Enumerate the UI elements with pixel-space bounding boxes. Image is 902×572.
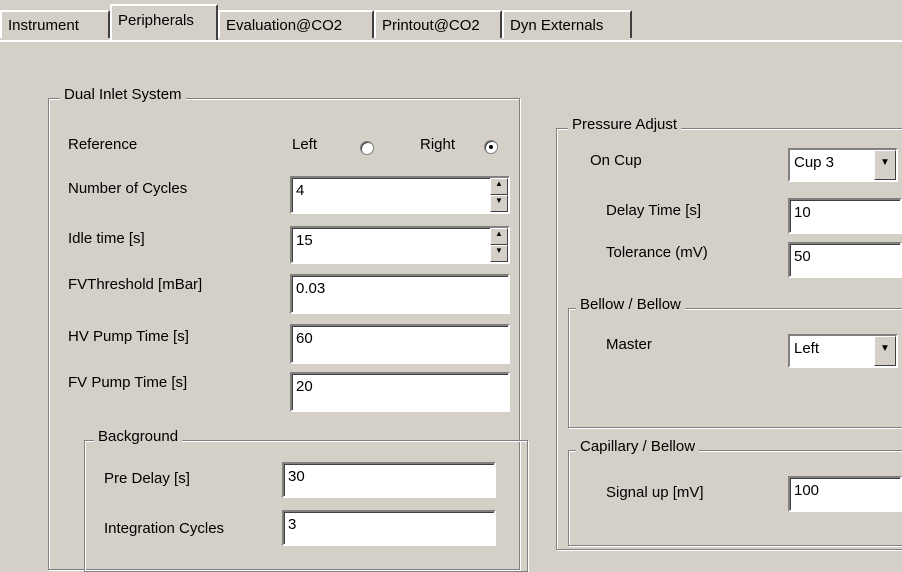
spin-up-icon[interactable]: ▲ xyxy=(490,178,508,195)
pre-delay-label: Pre Delay [s] xyxy=(104,470,190,487)
master-select[interactable]: Left ▼ xyxy=(788,334,898,368)
idle-spin: ▲ ▼ xyxy=(490,228,508,262)
tab-label: Evaluation@CO2 xyxy=(226,17,343,34)
delay-time-field[interactable]: 10 xyxy=(788,198,902,234)
fv-pump-value: 20 xyxy=(296,378,313,395)
background-title: Background xyxy=(94,428,183,445)
dual-inlet-title: Dual Inlet System xyxy=(60,86,186,103)
on-cup-label: On Cup xyxy=(590,152,642,169)
tab-bar: Instrument Evaluation@CO2 Printout@CO2 D… xyxy=(0,0,902,42)
fv-threshold-field[interactable]: 0.03 xyxy=(290,274,510,314)
chevron-down-icon[interactable]: ▼ xyxy=(874,336,896,366)
tolerance-label: Tolerance (mV) xyxy=(606,244,708,261)
integration-field[interactable]: 3 xyxy=(282,510,496,546)
pre-delay-value: 30 xyxy=(288,468,305,485)
cycles-value: 4 xyxy=(296,182,305,199)
idle-stepper[interactable]: 15 ▲ ▼ xyxy=(290,226,510,264)
left-label: Left xyxy=(292,136,318,153)
tab-label: Peripherals xyxy=(118,12,194,29)
tab-dyn-externals[interactable]: Dyn Externals xyxy=(502,10,632,38)
spin-up-icon[interactable]: ▲ xyxy=(490,228,508,245)
hv-pump-value: 60 xyxy=(296,330,313,347)
chevron-down-icon[interactable]: ▼ xyxy=(874,150,896,180)
radio-selected-dot xyxy=(489,145,493,149)
fv-pump-label: FV Pump Time [s] xyxy=(68,374,188,391)
spin-down-icon[interactable]: ▼ xyxy=(490,195,508,212)
signal-up-label: Signal up [mV] xyxy=(606,484,704,501)
tab-instrument[interactable]: Instrument xyxy=(0,10,110,38)
on-cup-value: Cup 3 xyxy=(794,154,835,171)
master-value: Left xyxy=(794,340,820,357)
idle-label: Idle time [s] xyxy=(68,230,145,247)
delay-time-value: 10 xyxy=(794,204,811,221)
fv-threshold-label: FVThreshold [mBar] xyxy=(68,276,203,293)
master-label: Master xyxy=(606,336,652,353)
tab-printout[interactable]: Printout@CO2 xyxy=(374,10,502,38)
signal-up-field[interactable]: 100 xyxy=(788,476,902,512)
tab-label: Instrument xyxy=(8,17,79,34)
fv-threshold-value: 0.03 xyxy=(296,280,326,297)
right-label: Right xyxy=(420,136,456,153)
cycles-stepper[interactable]: 4 ▲ ▼ xyxy=(290,176,510,214)
tab-underline xyxy=(0,40,902,42)
signal-up-value: 100 xyxy=(794,482,820,499)
delay-time-label: Delay Time [s] xyxy=(606,202,702,219)
fv-pump-field[interactable]: 20 xyxy=(290,372,510,412)
tab-label: Dyn Externals xyxy=(510,17,604,34)
bellow-group xyxy=(568,308,902,428)
cycles-spin: ▲ ▼ xyxy=(490,178,508,212)
pre-delay-field[interactable]: 30 xyxy=(282,462,496,498)
spin-down-icon[interactable]: ▼ xyxy=(490,245,508,262)
cycles-label: Number of Cycles xyxy=(68,180,188,197)
tab-evaluation[interactable]: Evaluation@CO2 xyxy=(218,10,374,38)
reference-left-radio[interactable] xyxy=(360,141,374,155)
tolerance-value: 50 xyxy=(794,248,811,265)
idle-value: 15 xyxy=(296,232,313,249)
reference-right-radio[interactable] xyxy=(484,140,498,154)
capillary-title: Capillary / Bellow xyxy=(576,438,700,455)
integration-value: 3 xyxy=(288,516,297,533)
reference-label: Reference xyxy=(68,136,138,153)
integration-label: Integration Cycles xyxy=(104,520,225,537)
background-group xyxy=(84,440,528,572)
hv-pump-field[interactable]: 60 xyxy=(290,324,510,364)
pressure-adjust-title: Pressure Adjust xyxy=(568,116,682,133)
tab-peripherals[interactable]: Peripherals xyxy=(110,4,218,40)
tab-label: Printout@CO2 xyxy=(382,17,480,34)
on-cup-select[interactable]: Cup 3 ▼ xyxy=(788,148,898,182)
tolerance-field[interactable]: 50 xyxy=(788,242,902,278)
bellow-title: Bellow / Bellow xyxy=(576,296,685,313)
hv-pump-label: HV Pump Time [s] xyxy=(68,328,189,345)
